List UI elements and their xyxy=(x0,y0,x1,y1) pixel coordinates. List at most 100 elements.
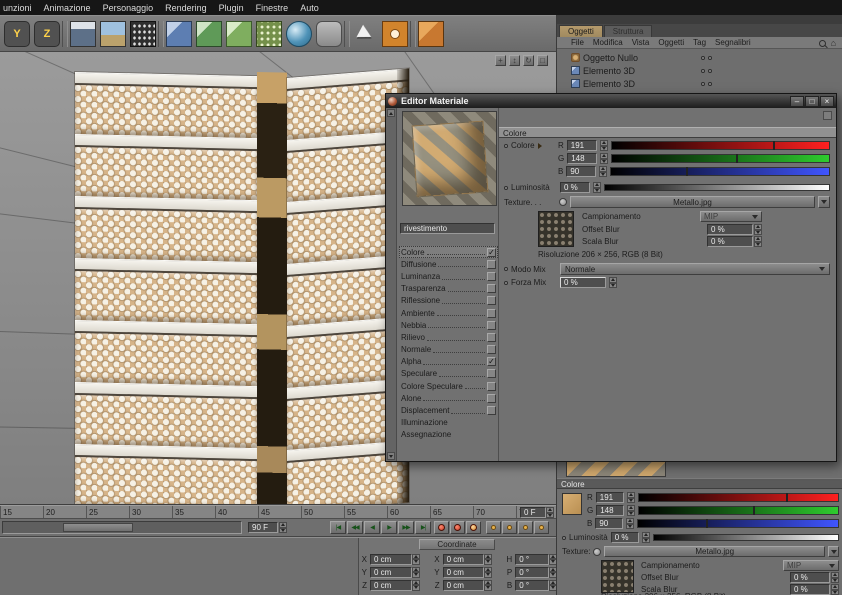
render-view-icon[interactable] xyxy=(70,21,96,47)
render-settings-icon[interactable] xyxy=(130,21,156,47)
layer-dot-icon[interactable] xyxy=(708,82,712,86)
menu-item[interactable]: Animazione xyxy=(44,3,91,13)
om-menu-item[interactable]: Modifica xyxy=(593,38,623,47)
channel-item[interactable]: Colore ✓ xyxy=(399,246,498,258)
channel-checkbox[interactable] xyxy=(487,369,496,378)
window-scrollbar[interactable] xyxy=(386,108,397,461)
search-icon[interactable] xyxy=(819,40,826,47)
scale-blur-field[interactable]: 0 % xyxy=(790,584,830,595)
coord-field[interactable]: 0 ° xyxy=(515,567,549,578)
offset-blur-stepper[interactable] xyxy=(831,572,839,583)
g-value-field[interactable]: 148 xyxy=(596,505,624,516)
record-active-button[interactable] xyxy=(450,521,465,534)
coord-field[interactable]: 0 ° xyxy=(515,580,549,591)
record-button[interactable] xyxy=(434,521,449,534)
channel-checkbox[interactable] xyxy=(487,296,496,305)
anim-dot-icon[interactable] xyxy=(504,144,508,148)
add-cube-icon[interactable] xyxy=(166,21,192,47)
key-rotation-button[interactable] xyxy=(518,521,533,534)
g-value-field[interactable]: 148 xyxy=(567,153,597,164)
b-value-field[interactable]: 90 xyxy=(595,518,623,529)
texture-file-button[interactable]: Metallo.jpg xyxy=(604,546,825,557)
om-menu-item[interactable]: Tag xyxy=(693,38,706,47)
scroll-down-icon[interactable] xyxy=(387,452,395,460)
coord-field[interactable]: 0 cm xyxy=(443,567,485,578)
channel-checkbox[interactable] xyxy=(487,333,496,342)
mix-strength-field[interactable]: 0 % xyxy=(560,277,606,288)
coord-stepper[interactable] xyxy=(484,580,492,591)
channel-checkbox[interactable]: ✓ xyxy=(487,357,496,366)
channel-item[interactable]: Colore Speculare xyxy=(399,380,498,392)
coord-stepper[interactable] xyxy=(549,567,556,578)
redo-icon[interactable]: Z xyxy=(34,21,60,47)
b-slider[interactable] xyxy=(610,167,830,176)
channel-item[interactable]: Trasparenza xyxy=(399,283,498,295)
scroll-up-icon[interactable] xyxy=(387,109,395,117)
timeline-scroll-thumb[interactable] xyxy=(63,523,133,532)
anim-dot-icon[interactable] xyxy=(504,267,508,271)
tree-row[interactable]: Elemento 3D xyxy=(557,77,842,90)
coord-field[interactable]: 0 cm xyxy=(370,580,412,591)
metaball-icon[interactable] xyxy=(286,21,312,47)
luminosity-stepper[interactable] xyxy=(642,532,650,543)
tree-row[interactable]: Elemento 3D xyxy=(557,64,842,77)
material-name-field[interactable]: rivestimento xyxy=(400,223,495,234)
selection-tool-icon[interactable] xyxy=(352,21,378,47)
key-position-button[interactable] xyxy=(486,521,501,534)
end-frame-field[interactable]: 90 F xyxy=(248,522,278,533)
om-menu-item[interactable]: File xyxy=(571,38,584,47)
home-icon[interactable]: ⌂ xyxy=(831,38,836,48)
texture-browse-icon[interactable] xyxy=(559,198,567,206)
end-frame-stepper[interactable] xyxy=(279,522,287,533)
scale-blur-stepper[interactable] xyxy=(831,584,839,595)
g-slider[interactable] xyxy=(638,506,839,515)
play-backward-button[interactable]: ◀ xyxy=(364,521,380,534)
manager-tab[interactable]: Struttura xyxy=(604,25,653,37)
coord-stepper[interactable] xyxy=(484,554,492,565)
timeline-scrollbar[interactable] xyxy=(2,521,242,534)
coord-stepper[interactable] xyxy=(484,567,492,578)
channel-checkbox[interactable] xyxy=(487,406,496,415)
channel-item[interactable]: Illuminazione xyxy=(399,417,498,429)
minimize-button[interactable]: – xyxy=(790,96,804,107)
autokey-button[interactable] xyxy=(466,521,481,534)
coord-field[interactable]: 0 cm xyxy=(370,554,412,565)
particles-icon[interactable] xyxy=(256,21,282,47)
layer-dot-icon[interactable] xyxy=(701,69,705,73)
luminosity-slider[interactable] xyxy=(604,184,830,191)
maximize-button[interactable]: □ xyxy=(805,96,819,107)
layer-dot-icon[interactable] xyxy=(701,56,705,60)
texture-thumbnail[interactable] xyxy=(601,560,634,593)
channel-item[interactable]: Alpha ✓ xyxy=(399,356,498,368)
close-button[interactable]: × xyxy=(820,96,834,107)
channel-item[interactable]: Assegnazione xyxy=(399,429,498,441)
channel-item[interactable]: Normale xyxy=(399,344,498,356)
channel-item[interactable]: Diffusione xyxy=(399,258,498,270)
texture-browse-icon[interactable] xyxy=(593,548,601,556)
go-end-button[interactable]: ▶| xyxy=(415,521,431,534)
coord-field[interactable]: 0 cm xyxy=(443,580,485,591)
coord-field[interactable]: 0 cm xyxy=(443,554,485,565)
divider-icon[interactable] xyxy=(158,21,164,47)
luminosity-slider[interactable] xyxy=(653,534,839,541)
menu-item[interactable]: Plugin xyxy=(219,3,244,13)
channel-checkbox[interactable] xyxy=(487,394,496,403)
channel-checkbox[interactable]: ✓ xyxy=(487,248,496,257)
luminosity-stepper[interactable] xyxy=(593,182,601,193)
anim-dot-icon[interactable] xyxy=(562,536,566,540)
texture-thumbnail[interactable] xyxy=(538,211,574,247)
layer-dot-icon[interactable] xyxy=(708,56,712,60)
coord-stepper[interactable] xyxy=(412,580,420,591)
undo-icon[interactable]: Y xyxy=(4,21,30,47)
channel-item[interactable]: Riflessione xyxy=(399,295,498,307)
texture-menu-button[interactable] xyxy=(828,546,839,557)
menu-item[interactable]: Rendering xyxy=(165,3,207,13)
luminosity-field[interactable]: 0 % xyxy=(560,182,590,193)
scale-blur-field[interactable]: 0 % xyxy=(707,236,753,247)
channel-item[interactable]: Nebbia xyxy=(399,319,498,331)
offset-blur-field[interactable]: 0 % xyxy=(707,224,753,235)
channel-checkbox[interactable] xyxy=(487,260,496,269)
zoom-icon[interactable]: ↕ xyxy=(509,55,520,66)
coord-stepper[interactable] xyxy=(412,554,420,565)
b-stepper[interactable] xyxy=(626,518,634,529)
